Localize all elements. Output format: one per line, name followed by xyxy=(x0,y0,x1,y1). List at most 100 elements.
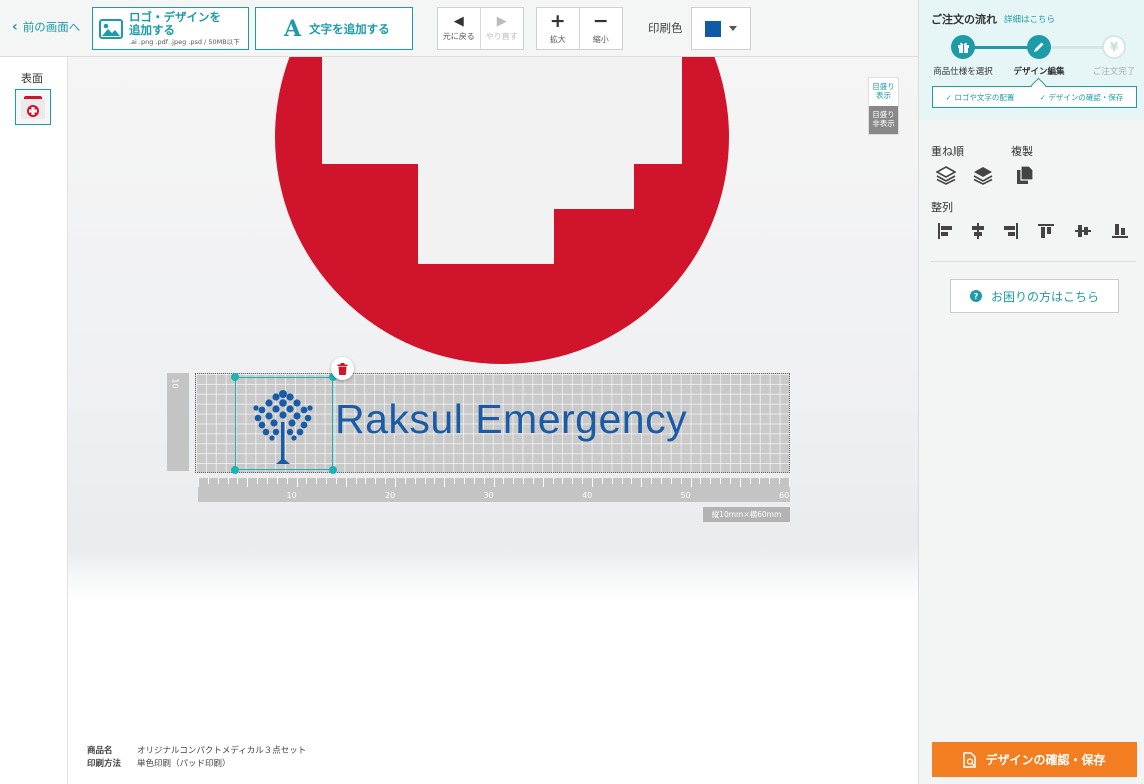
zoom-group: + 拡大 − 縮小 xyxy=(536,7,623,50)
flow-title: ご注文の流れ xyxy=(931,13,997,26)
ruler-tick xyxy=(641,478,643,487)
text-a-icon: A xyxy=(284,15,302,42)
duplicate-button[interactable] xyxy=(1014,164,1036,186)
zoom-out-button[interactable]: − 縮小 xyxy=(580,8,623,49)
add-text-button[interactable]: A 文字を追加する xyxy=(255,7,413,50)
undo-redo-group: ◀ 元に戻る ▶ やり直す xyxy=(437,7,524,50)
duplicate-label: 複製 xyxy=(1011,145,1033,158)
help-label: お困りの方はこちら xyxy=(990,289,1099,304)
ruler-tick xyxy=(749,478,751,484)
product-name-key: 商品名 xyxy=(87,746,113,756)
ruler-tick xyxy=(552,478,554,484)
face-thumbnail[interactable] xyxy=(15,89,51,125)
ruler-tick xyxy=(404,478,406,484)
resize-handle-bottom-right[interactable] xyxy=(329,466,337,474)
caret-down-icon xyxy=(729,26,737,31)
step-2-label: デザイン編集 xyxy=(1013,67,1065,77)
undo-icon: ◀ xyxy=(453,14,464,29)
step-1-circle xyxy=(951,35,975,59)
check-confirm: ✓ デザインの確認・保存 xyxy=(1039,92,1124,102)
ruler-tick xyxy=(759,478,761,484)
product-photo xyxy=(68,57,918,602)
ruler-tick xyxy=(365,478,367,484)
ruler-tick xyxy=(454,478,456,484)
face-sidebar: 表面 xyxy=(0,57,68,784)
ruler-tick xyxy=(769,478,771,484)
back-label: 前の画面へ xyxy=(22,20,81,34)
send-backward-button[interactable] xyxy=(972,164,994,186)
add-logo-button[interactable]: ロゴ・デザインを 追加する .ai .png .pdf .jpeg .psd /… xyxy=(92,7,249,50)
ruler-tick xyxy=(316,478,318,484)
ruler-tick xyxy=(680,478,682,484)
step-3-circle: ¥ xyxy=(1102,35,1126,59)
align-right-button[interactable] xyxy=(1000,220,1022,242)
ruler-tick xyxy=(198,478,199,487)
document-search-icon xyxy=(963,751,977,768)
step-1-label: 商品仕様を選択 xyxy=(933,67,993,77)
ruler-label: 50 xyxy=(680,491,691,500)
ruler-tick xyxy=(572,478,574,484)
resize-handle-top-left[interactable] xyxy=(231,373,239,381)
bag-bottom-edge xyxy=(68,547,918,602)
ruler-tick xyxy=(532,478,534,484)
ruler-tick xyxy=(542,478,544,487)
red-cross-emblem xyxy=(275,57,729,364)
align-middle-button[interactable] xyxy=(1072,220,1094,242)
ruler-tick xyxy=(355,478,357,484)
redo-icon: ▶ xyxy=(496,14,507,29)
zoom-out-label: 縮小 xyxy=(592,35,609,44)
selected-logo[interactable] xyxy=(235,377,333,470)
order-flow: ご注文の流れ 詳細はこちら ¥ 商品仕様を選択 デザイン編集 ご注文完了 ✓ ロ… xyxy=(919,0,1144,120)
align-center-h-button[interactable] xyxy=(967,220,989,242)
ruler-tick xyxy=(335,478,337,484)
ruler-tick xyxy=(631,478,633,484)
step-2-circle xyxy=(1027,35,1051,59)
add-logo-label-line2: 追加する xyxy=(129,22,175,37)
print-method-value: 単色印刷（パッド印刷） xyxy=(137,759,231,769)
delete-element-button[interactable] xyxy=(331,357,354,380)
horizontal-ruler: 10 20 30 40 50 60 xyxy=(198,478,790,502)
flow-detail-link[interactable]: 詳細はこちら xyxy=(1004,13,1055,25)
yen-icon: ¥ xyxy=(1109,40,1119,54)
ruler-tick xyxy=(720,478,722,484)
print-color-select[interactable] xyxy=(691,7,751,50)
redo-button[interactable]: ▶ やり直す xyxy=(481,8,524,49)
align-bottom-icon xyxy=(1112,224,1128,238)
ruler-tick xyxy=(513,478,515,484)
undo-label: 元に戻る xyxy=(442,32,475,41)
align-bottom-button[interactable] xyxy=(1109,220,1131,242)
align-right-icon xyxy=(1004,223,1018,239)
color-swatch xyxy=(705,20,721,37)
ruler-tick xyxy=(789,478,790,487)
product-info: 商品名 オリジナルコンパクトメディカル３点セット 印刷方法 単色印刷（パッド印刷… xyxy=(87,745,306,771)
design-text-element[interactable]: Raksul Emergency xyxy=(335,396,687,443)
ruler-tick xyxy=(592,478,593,487)
chevron-left-icon: ‹ xyxy=(12,19,18,35)
ruler-tick xyxy=(395,478,396,487)
align-top-button[interactable] xyxy=(1035,220,1057,242)
back-link[interactable]: ‹ 前の画面へ xyxy=(12,19,80,35)
ruler-tick xyxy=(306,478,308,484)
zoom-in-button[interactable]: + 拡大 xyxy=(537,8,580,49)
tree-logo xyxy=(253,390,313,464)
layers-down-icon xyxy=(973,167,993,185)
minus-icon: − xyxy=(592,10,609,32)
ruler-toggle[interactable]: 目盛り表示 目盛り非表示 xyxy=(868,77,899,135)
align-top-icon xyxy=(1038,224,1054,238)
ruler-show-button[interactable]: 目盛り表示 xyxy=(869,78,898,106)
help-button[interactable]: ? お困りの方はこちら xyxy=(950,279,1119,313)
ruler-label: 30 xyxy=(483,491,494,500)
align-left-button[interactable] xyxy=(934,220,956,242)
ruler-tick xyxy=(385,478,387,484)
bring-forward-button[interactable] xyxy=(935,164,957,186)
align-center-vertical-icon xyxy=(1075,225,1091,237)
resize-handle-bottom-left[interactable] xyxy=(231,466,239,474)
design-canvas[interactable]: 目盛り表示 目盛り非表示 10 Raksul Emergency 10 20 3… xyxy=(68,57,918,784)
ruler-tick xyxy=(483,478,485,484)
ruler-tick xyxy=(710,478,712,484)
ruler-hide-button[interactable]: 目盛り非表示 xyxy=(869,106,898,134)
undo-button[interactable]: ◀ 元に戻る xyxy=(438,8,481,49)
check-layout: ✓ ロゴや文字の配置 xyxy=(945,92,1015,102)
ruler-tick xyxy=(375,478,377,484)
confirm-save-button[interactable]: デザインの確認・保存 xyxy=(932,742,1137,777)
